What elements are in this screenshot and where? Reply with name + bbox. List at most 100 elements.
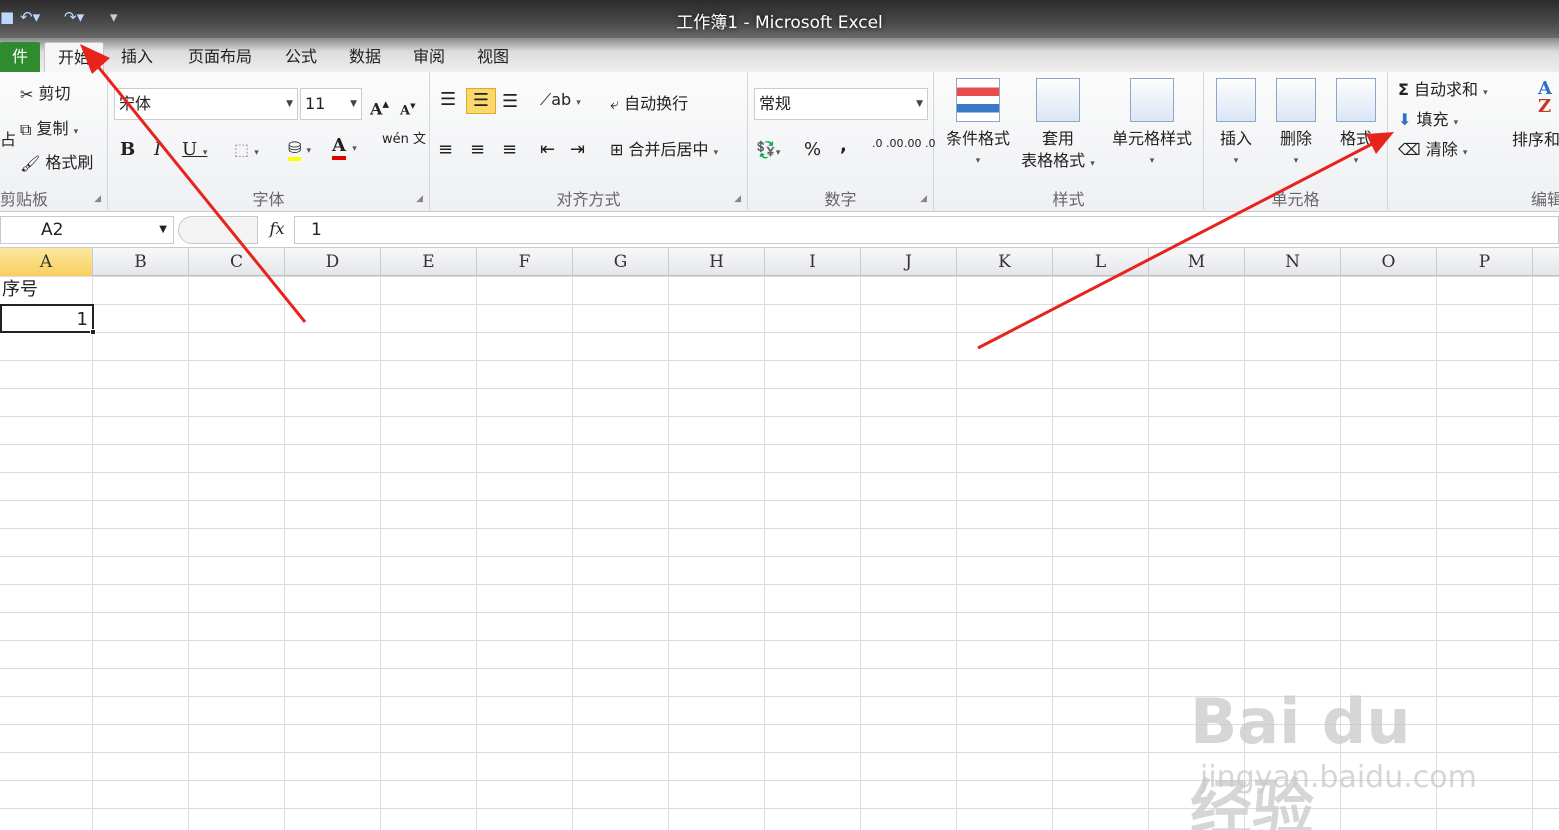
insert-function-button[interactable]: fx	[262, 216, 292, 244]
column-header-k[interactable]: K	[957, 248, 1053, 276]
sort-filter-button[interactable]: 排序和	[1512, 128, 1559, 152]
column-header-j[interactable]: J	[861, 248, 957, 276]
tab-home[interactable]: 开始	[44, 42, 104, 72]
orientation-button[interactable]: ⟋ab ▾	[540, 88, 581, 115]
alignment-launcher-icon[interactable]: ◢	[734, 194, 741, 204]
tab-file[interactable]: 件	[0, 42, 40, 72]
increase-indent-button[interactable]: ⇥	[570, 138, 585, 162]
tab-review[interactable]: 审阅	[404, 42, 454, 72]
phonetic-button[interactable]: wén 文	[382, 132, 426, 148]
decrease-decimal-button[interactable]: .00 .0	[904, 138, 936, 150]
ribbon-tab-row: 件 开始 插入 页面布局 公式 数据 审阅 视图	[0, 38, 1559, 72]
insert-cells-icon	[1216, 78, 1256, 122]
font-name-box[interactable]: 宋体 ▼	[114, 88, 298, 120]
tab-page-layout[interactable]: 页面布局	[176, 42, 264, 72]
tab-formulas[interactable]: 公式	[276, 42, 326, 72]
formula-input[interactable]: 1	[294, 216, 1559, 244]
column-header-h[interactable]: H	[669, 248, 765, 276]
copy-label: 复制	[36, 119, 69, 138]
align-top-icon: ☰	[440, 89, 457, 110]
format-as-table-label-2: 表格格式	[1021, 151, 1086, 170]
copy-button[interactable]: ⧉ 复制 ▾	[20, 117, 78, 144]
bold-button[interactable]: B	[120, 138, 135, 162]
column-header-e[interactable]: E	[381, 248, 477, 276]
column-header-c[interactable]: C	[189, 248, 285, 276]
conditional-formatting-button[interactable]: 条件格式 ▾	[938, 72, 1018, 172]
number-format-box[interactable]: 常规 ▼	[754, 88, 928, 120]
column-header-m[interactable]: M	[1149, 248, 1245, 276]
cell-styles-label: 单元格样式	[1111, 129, 1192, 148]
sigma-icon: Σ	[1398, 80, 1409, 99]
underline-button[interactable]: U ▾	[182, 138, 207, 165]
delete-cells-button[interactable]: 删除 ▾	[1266, 72, 1326, 172]
format-as-table-button[interactable]: 套用 表格格式 ▾	[1018, 72, 1098, 175]
name-box[interactable]: A2 ▼	[0, 216, 174, 244]
formula-bar-expander[interactable]	[178, 216, 258, 244]
borders-button[interactable]: ⬚ ▾	[234, 138, 259, 165]
decrease-indent-button[interactable]: ⇤	[540, 138, 555, 162]
align-right-icon: ≡	[502, 139, 518, 160]
clipboard-launcher-icon[interactable]: ◢	[94, 194, 101, 204]
number-launcher-icon[interactable]: ◢	[920, 194, 927, 204]
wrap-text-button[interactable]: ⤶ 自动换行	[610, 92, 688, 116]
align-bottom-icon: ☰	[502, 91, 519, 112]
align-right-button[interactable]: ≡	[502, 138, 517, 162]
cell-styles-button[interactable]: 单元格样式 ▾	[1104, 72, 1200, 172]
cell-a2-selected[interactable]: 1	[0, 304, 96, 335]
grow-font-button[interactable]: A▴	[370, 92, 389, 121]
paste-button[interactable]: 占	[0, 128, 16, 152]
column-header-p[interactable]: P	[1437, 248, 1533, 276]
insert-cells-button[interactable]: 插入 ▾	[1206, 72, 1266, 172]
cell-a1[interactable]: 序号	[0, 276, 92, 304]
column-header-f[interactable]: F	[477, 248, 573, 276]
shrink-font-label: A	[400, 103, 411, 119]
comma-button[interactable]: ,	[840, 134, 847, 158]
align-middle-button[interactable]: ☰	[466, 88, 496, 114]
merge-center-button[interactable]: ⊞ 合并后居中 ▾	[610, 138, 718, 165]
format-painter-button[interactable]: 🖌 格式刷	[20, 151, 93, 176]
align-bottom-button[interactable]: ☰	[502, 90, 518, 114]
autosum-label: 自动求和	[1414, 80, 1479, 99]
sort-az-icon: AZ	[1538, 78, 1552, 117]
shrink-font-button[interactable]: A▾	[400, 94, 416, 123]
tab-view[interactable]: 视图	[468, 42, 518, 72]
column-header-b[interactable]: B	[93, 248, 189, 276]
column-header-i[interactable]: I	[765, 248, 861, 276]
align-middle-icon: ☰	[472, 90, 490, 111]
fill-color-button[interactable]: ⛁ ▾	[288, 136, 311, 163]
font-color-button[interactable]: A ▾	[332, 134, 357, 161]
alignment-group-label: 对齐方式	[556, 190, 621, 209]
autosum-button[interactable]: Σ 自动求和 ▾	[1398, 78, 1488, 105]
cut-button[interactable]: ✂ 剪切	[20, 82, 71, 107]
font-launcher-icon[interactable]: ◢	[416, 194, 423, 204]
align-center-button[interactable]: ≡	[470, 138, 485, 162]
column-header-a[interactable]: A	[0, 248, 93, 276]
percent-button[interactable]: %	[804, 138, 821, 162]
clear-button[interactable]: ⌫ 清除 ▾	[1398, 138, 1467, 165]
column-header-o[interactable]: O	[1341, 248, 1437, 276]
format-painter-label: 格式刷	[45, 153, 94, 172]
column-header-d[interactable]: D	[285, 248, 381, 276]
underline-label: U	[182, 139, 198, 160]
text-orientation-icon: ⟋ab	[540, 90, 572, 109]
fill-handle[interactable]	[90, 329, 96, 335]
italic-button[interactable]: I	[154, 138, 161, 162]
tab-data[interactable]: 数据	[340, 42, 390, 72]
watermark-brand: Bai du 经验	[1190, 685, 1411, 830]
accounting-format-button[interactable]: 💱▾	[756, 138, 780, 165]
copy-icon: ⧉	[20, 119, 32, 139]
format-cells-button[interactable]: 格式 ▾	[1326, 72, 1386, 172]
tab-insert[interactable]: 插入	[112, 42, 162, 72]
fill-down-icon: ⬇	[1398, 110, 1412, 129]
table-format-icon	[1036, 78, 1080, 122]
alignment-group: ☰ ☰ ☰ ⟋ab ▾ ⤶ 自动换行 ≡ ≡ ≡ ⇤ ⇥ ⊞ 合并后居中 ▾ 对…	[430, 72, 748, 212]
align-left-button[interactable]: ≡	[438, 138, 453, 162]
column-header-l[interactable]: L	[1053, 248, 1149, 276]
font-size-box[interactable]: 11 ▼	[300, 88, 362, 120]
column-header-n[interactable]: N	[1245, 248, 1341, 276]
align-top-button[interactable]: ☰	[440, 88, 456, 112]
indent-icon: ⇥	[570, 139, 586, 160]
column-header-g[interactable]: G	[573, 248, 669, 276]
fill-button[interactable]: ⬇ 填充 ▾	[1398, 108, 1458, 135]
increase-decimal-button[interactable]: .0 .00	[872, 138, 904, 150]
